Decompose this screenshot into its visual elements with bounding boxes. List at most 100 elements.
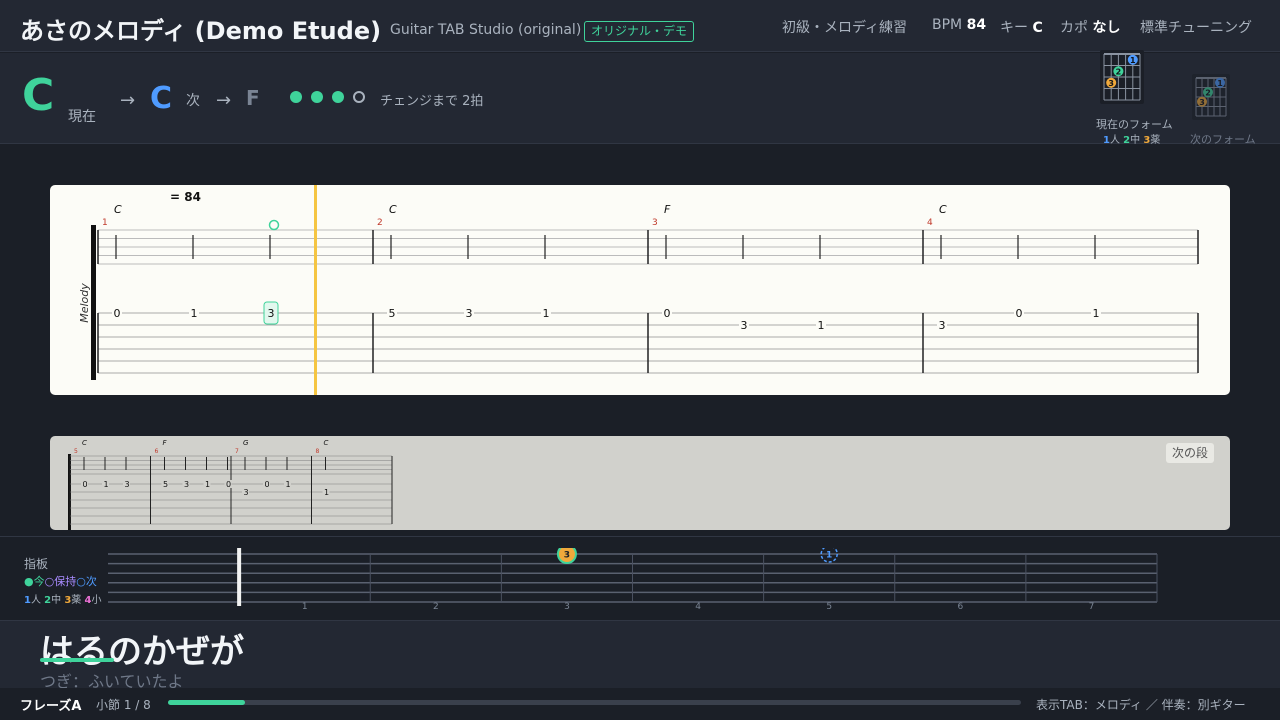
tab-note-fret: 3 [939, 319, 946, 332]
legend-hold: ○保持 [44, 575, 77, 588]
preview-measure-number: 6 [155, 448, 159, 455]
fretboard-marker-legend: ●今○保持○次 [24, 573, 97, 589]
fret-number: 4 [695, 602, 701, 610]
fret-number: 1 [302, 602, 308, 610]
chord-symbol: C [114, 203, 122, 216]
tab-note-fret: 0 [114, 307, 121, 320]
chord-finger-number: 1 [1217, 79, 1223, 88]
tuning-label: 標準チューニング [1140, 20, 1252, 36]
beat-dot-filled [332, 91, 344, 103]
bpm-value: 84 [966, 17, 987, 33]
arrow-icon: → [216, 90, 232, 111]
bpm-info: BPM 84 [932, 17, 986, 33]
preview-note-fret: 0 [226, 480, 231, 489]
instrument-label: Melody [78, 283, 91, 323]
current-chord: C [22, 70, 55, 121]
capo-info: カポ なし [1060, 17, 1120, 37]
finger-3-name: 薬 [71, 595, 82, 606]
preview-note-fret: 3 [124, 480, 129, 489]
fret-number: 2 [433, 602, 439, 610]
lyric-progress-underline [40, 658, 114, 662]
display-info: 表示TAB：メロディ ／ 伴奏：別ギター [1036, 698, 1246, 712]
app-name: Guitar TAB Studio (original) [390, 22, 582, 38]
tab-note-fret: 5 [389, 307, 396, 320]
song-progress-bar[interactable] [168, 700, 1021, 705]
legend-now: ●今 [24, 575, 45, 588]
preview-note-fret: 0 [264, 480, 269, 489]
preview-note-fret: 3 [243, 488, 248, 497]
capo-label: カポ [1060, 20, 1088, 36]
tab-note-fret: 3 [268, 307, 275, 320]
phrase-label: フレーズA [20, 699, 82, 714]
tab-notation: Melody= 841C0 1 32C5 3 13F03 14C30 1 [78, 185, 1199, 395]
preview-measure-number: 7 [235, 448, 239, 455]
preview-note-fret: 5 [163, 480, 168, 489]
preview-chord-symbol: G [243, 439, 249, 447]
next-chord-label: 次 [186, 93, 200, 109]
current-form-caption: 現在のフォーム [1096, 118, 1173, 131]
song-progress-fill [168, 700, 245, 705]
preview-note-fret: 3 [184, 480, 189, 489]
arrow-icon: → [120, 90, 136, 111]
chord-symbol: C [939, 203, 947, 216]
chord-finger-number: 1 [1130, 56, 1136, 65]
fret-number: 5 [826, 602, 832, 610]
capo-value: なし [1092, 20, 1121, 36]
demo-badge: オリジナル・デモ [584, 21, 695, 42]
finger-1-number: 1 [24, 595, 31, 606]
tab-note-fret: 1 [1093, 307, 1100, 320]
preview-note-fret: 0 [82, 480, 87, 489]
chord-finger-number: 3 [1108, 79, 1114, 88]
finger-1-name: 人 [30, 595, 41, 606]
mode-label: 初級・メロディ練習 [782, 20, 908, 36]
tab-staff-current: Melody = 84 1 C 0 1 3 2 C 5 3 1 3 F 0 3 1 4 C 3 0 1 [50, 185, 1230, 395]
fret-number: 3 [564, 602, 570, 610]
system-bracket [91, 225, 96, 380]
tab-note-fret: 0 [664, 307, 671, 320]
finger-4-name: 小 [91, 595, 102, 606]
preview-note-fret: 1 [103, 480, 108, 489]
next-chord-diagram: 123 [1192, 74, 1230, 120]
fretboard-current-finger: 3 [564, 551, 570, 561]
tab-staff-next: 5C0136F53107G3018C1 [50, 436, 1230, 530]
measure-number: 2 [377, 218, 383, 228]
next-section-button[interactable]: 次の段 [1166, 443, 1215, 463]
beat-dot-filled [311, 91, 323, 103]
beat-dot-empty [353, 91, 365, 103]
finger-2-name: 中 [51, 595, 62, 606]
preview-measure-number: 5 [74, 448, 78, 455]
tab-note-fret: 0 [1016, 307, 1023, 320]
preview-chord-symbol: C [324, 439, 329, 447]
fret-number: 7 [1089, 602, 1095, 610]
change-countdown: チェンジまで 2拍 [380, 94, 484, 109]
next-chord: C [150, 81, 173, 116]
fretboard-finger-legend: 1人 2中 3薬 4小 [24, 591, 101, 606]
key-label: キー [1000, 20, 1028, 36]
measure-number: 4 [927, 218, 933, 228]
current-note-indicator [268, 219, 280, 231]
chord-symbol: C [389, 203, 397, 216]
tab-notation-preview: 5C0 1 36F5 3 1 07G30 18C1 [68, 439, 393, 530]
song-title: あさのメロディ (Demo Etude) [20, 17, 382, 45]
current-chord-diagram: 123 [1100, 50, 1144, 104]
finger-legend: 1人 2中 3薬 [1103, 131, 1160, 146]
fretboard-nut [237, 548, 242, 606]
tempo-marking: = 84 [170, 190, 201, 204]
lyric-current-line: はるのかぜが [40, 632, 244, 672]
preview-note-fret: 1 [324, 488, 329, 497]
bpm-label: BPM [932, 17, 963, 33]
fretboard-next-finger: 1 [826, 551, 832, 561]
fretboard-title: 指板 [24, 557, 49, 571]
tab-note-fret: 1 [818, 319, 825, 332]
tab-note-fret: 1 [191, 307, 198, 320]
playhead [314, 185, 317, 395]
tab-note-fret: 3 [466, 307, 473, 320]
chord-finger-number: 2 [1116, 67, 1122, 76]
tab-note-fret: 1 [543, 307, 550, 320]
beat-dot-filled [290, 91, 302, 103]
preview-chord-symbol: C [82, 439, 87, 447]
preview-chord-symbol: F [163, 439, 168, 447]
preview-measure-number: 8 [316, 448, 320, 455]
measure-number: 1 [102, 218, 108, 228]
measure-number: 3 [652, 218, 658, 228]
